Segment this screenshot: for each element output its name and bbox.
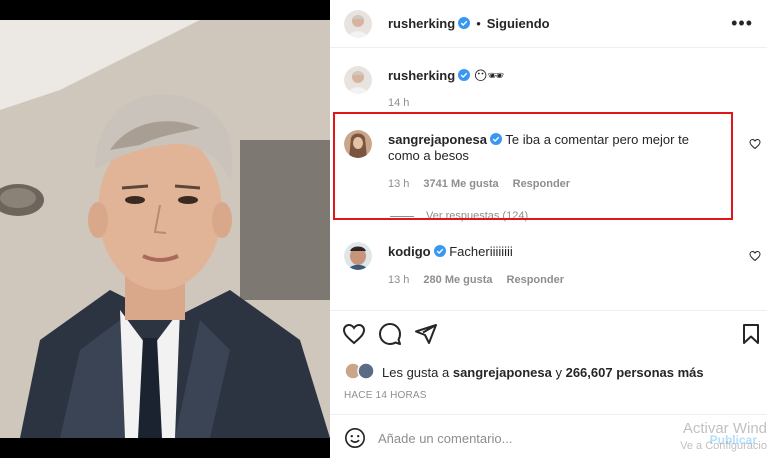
verified-badge-icon bbox=[458, 69, 471, 81]
reply-button[interactable]: Responder bbox=[507, 274, 564, 286]
add-comment-input[interactable] bbox=[378, 428, 678, 448]
separator-dot: • bbox=[476, 16, 481, 31]
author-username[interactable]: rusherking bbox=[388, 16, 455, 31]
caption-time[interactable]: 14 h bbox=[388, 97, 409, 109]
portrait-image bbox=[0, 20, 330, 438]
comment-highlight-box bbox=[333, 112, 733, 220]
like-heart-icon[interactable] bbox=[342, 322, 366, 346]
likes-avatars[interactable] bbox=[344, 362, 380, 380]
caption-avatar[interactable] bbox=[344, 66, 372, 94]
comment-time[interactable]: 13 h bbox=[388, 274, 409, 286]
likes-summary: Les gusta a sangrejaponesa y 266,607 per… bbox=[382, 365, 704, 380]
author-avatar[interactable] bbox=[344, 10, 372, 38]
actions-divider bbox=[330, 310, 767, 311]
more-options-icon[interactable]: ••• bbox=[731, 14, 753, 32]
comment-meta: 13 h 280 Me gusta Responder bbox=[388, 274, 578, 286]
comment-text: kodigo Facheriiiiiiii bbox=[388, 244, 513, 260]
verified-badge-icon bbox=[433, 245, 446, 257]
activation-watermark-sub: Ve a Configuracio bbox=[680, 440, 767, 452]
comment-username[interactable]: kodigo bbox=[388, 244, 431, 259]
header-divider bbox=[330, 47, 767, 48]
activation-watermark: Activar Wind bbox=[682, 420, 767, 437]
caption-username[interactable]: rusherking bbox=[388, 68, 455, 83]
post-photo-pane bbox=[0, 0, 330, 458]
verified-badge-icon bbox=[458, 17, 471, 29]
comment-box-divider bbox=[330, 414, 767, 415]
likes-user[interactable]: sangrejaponesa bbox=[453, 365, 552, 380]
caption-text: rusherking 😶🕶 bbox=[388, 68, 504, 84]
post-photo[interactable] bbox=[0, 20, 330, 438]
heart-icon[interactable] bbox=[749, 250, 761, 262]
post-side-pane: rusherking • Siguiendo ••• rusherking 😶🕶 1… bbox=[330, 0, 767, 458]
comment-avatar[interactable] bbox=[344, 242, 372, 270]
caption-emojis: 😶🕶 bbox=[473, 68, 504, 83]
comment-body: Facheriiiiiiii bbox=[449, 244, 513, 259]
likes-prefix: Les gusta a bbox=[382, 365, 450, 380]
post-date[interactable]: HACE 14 HORAS bbox=[344, 390, 427, 401]
heart-icon[interactable] bbox=[749, 138, 761, 150]
post-header-user: rusherking • Siguiendo bbox=[388, 16, 550, 31]
likes-connector: y bbox=[555, 365, 562, 380]
share-icon[interactable] bbox=[414, 322, 438, 346]
caption-meta: 14 h bbox=[388, 97, 423, 109]
bookmark-icon[interactable] bbox=[739, 322, 763, 346]
following-button[interactable]: Siguiendo bbox=[487, 16, 550, 31]
emoji-icon[interactable] bbox=[344, 427, 366, 449]
comment-icon[interactable] bbox=[378, 322, 402, 346]
likes-count[interactable]: 266,607 personas más bbox=[566, 365, 704, 380]
comment-likes[interactable]: 280 Me gusta bbox=[423, 274, 492, 286]
